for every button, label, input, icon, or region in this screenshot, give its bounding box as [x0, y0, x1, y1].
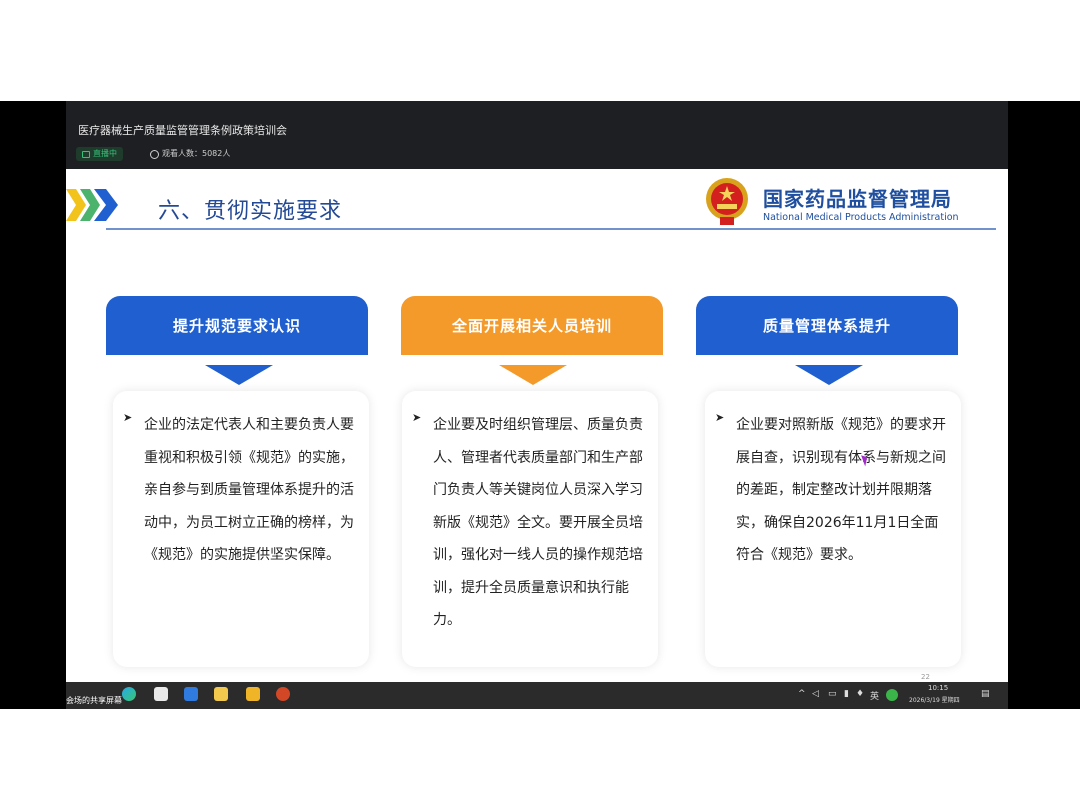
card-text: 企业要及时组织管理层、质量负责人、管理者代表质量部门和生产部门负责人等关键岗位人… [433, 417, 643, 628]
meeting-title: 医疗器械生产质量监管管理条例政策培训会 [78, 124, 287, 137]
bullet-arrow-icon: ➤ [123, 411, 133, 424]
photos-icon[interactable] [184, 687, 198, 701]
bullet-arrow-icon: ➤ [715, 411, 725, 424]
share-screen-label: 会场的共享屏幕 [66, 696, 122, 705]
content-card: ➤ 企业的法定代表人和主要负责人要重视和积极引领《规范》的实施，亲自参与到质量管… [113, 391, 369, 667]
viewer-count: 观看人数：5082人 [146, 147, 234, 161]
network-icon[interactable]: ▭ [828, 689, 837, 699]
content-card: ➤ 企业要及时组织管理层、质量负责人、管理者代表质量部门和生产部门负责人等关键岗… [402, 391, 658, 667]
eye-icon [150, 149, 159, 159]
column-header: 质量管理体系提升 [696, 296, 958, 355]
ime-indicator[interactable]: 英 [870, 689, 879, 702]
column-header: 全面开展相关人员培训 [401, 296, 663, 355]
meeting-header: 医疗器械生产质量监管管理条例政策培训会 直播中 观看人数：5082人 [66, 101, 1008, 169]
presentation-slide: 六、贯彻实施要求 国家药品监督管理局 National Medical Prod… [66, 169, 1008, 682]
notification-icon[interactable]: ▤ [981, 689, 990, 699]
chevron-arrows-icon [66, 189, 118, 221]
edge-icon[interactable] [122, 687, 136, 701]
card-text: 企业要对照新版《规范》的要求开展自查，识别现有体系与新规之间的差距，制定整改计划… [736, 417, 946, 563]
content-card: ➤ 企业要对照新版《规范》的要求开展自查，识别现有体系与新规之间的差距，制定整改… [705, 391, 961, 667]
viewer-count-label: 观看人数：5082人 [162, 149, 231, 158]
column-header: 提升规范要求认识 [106, 296, 368, 355]
powerpoint-icon[interactable] [276, 687, 290, 701]
wechat-icon[interactable] [154, 687, 168, 701]
agency-name-en: National Medical Products Administration [763, 212, 959, 223]
heading-divider [106, 228, 996, 230]
chevron-up-icon[interactable]: ^ [798, 689, 806, 699]
agency-name-cn: 国家药品监督管理局 [763, 187, 952, 211]
media-icon[interactable] [214, 687, 228, 701]
national-emblem-icon [706, 178, 748, 225]
live-badge: 直播中 [76, 147, 123, 161]
battery-icon[interactable]: ▮ [844, 689, 849, 699]
microphone-icon[interactable]: ♦ [856, 689, 864, 699]
live-label: 直播中 [93, 149, 117, 158]
file-explorer-icon[interactable] [246, 687, 260, 701]
bullet-arrow-icon: ➤ [412, 411, 422, 424]
slide-heading: 六、贯彻实施要求 [158, 199, 343, 224]
volume-icon[interactable]: ◁ [812, 689, 819, 699]
taskbar: 会场的共享屏幕 ^ ◁ ▭ ▮ ♦ 英 10:15 2026/3/19 星期四 … [66, 682, 1008, 709]
card-text: 企业的法定代表人和主要负责人要重视和积极引领《规范》的实施，亲自参与到质量管理体… [144, 417, 354, 563]
down-arrow-icon [499, 365, 567, 385]
camera-icon [82, 150, 90, 158]
clock-time[interactable]: 10:15 [928, 684, 948, 692]
down-arrow-icon [205, 365, 273, 385]
app-tray-icon[interactable] [886, 689, 898, 701]
page-number: 22 [921, 673, 930, 681]
down-arrow-icon [795, 365, 863, 385]
clock-date[interactable]: 2026/3/19 星期四 [909, 695, 960, 704]
